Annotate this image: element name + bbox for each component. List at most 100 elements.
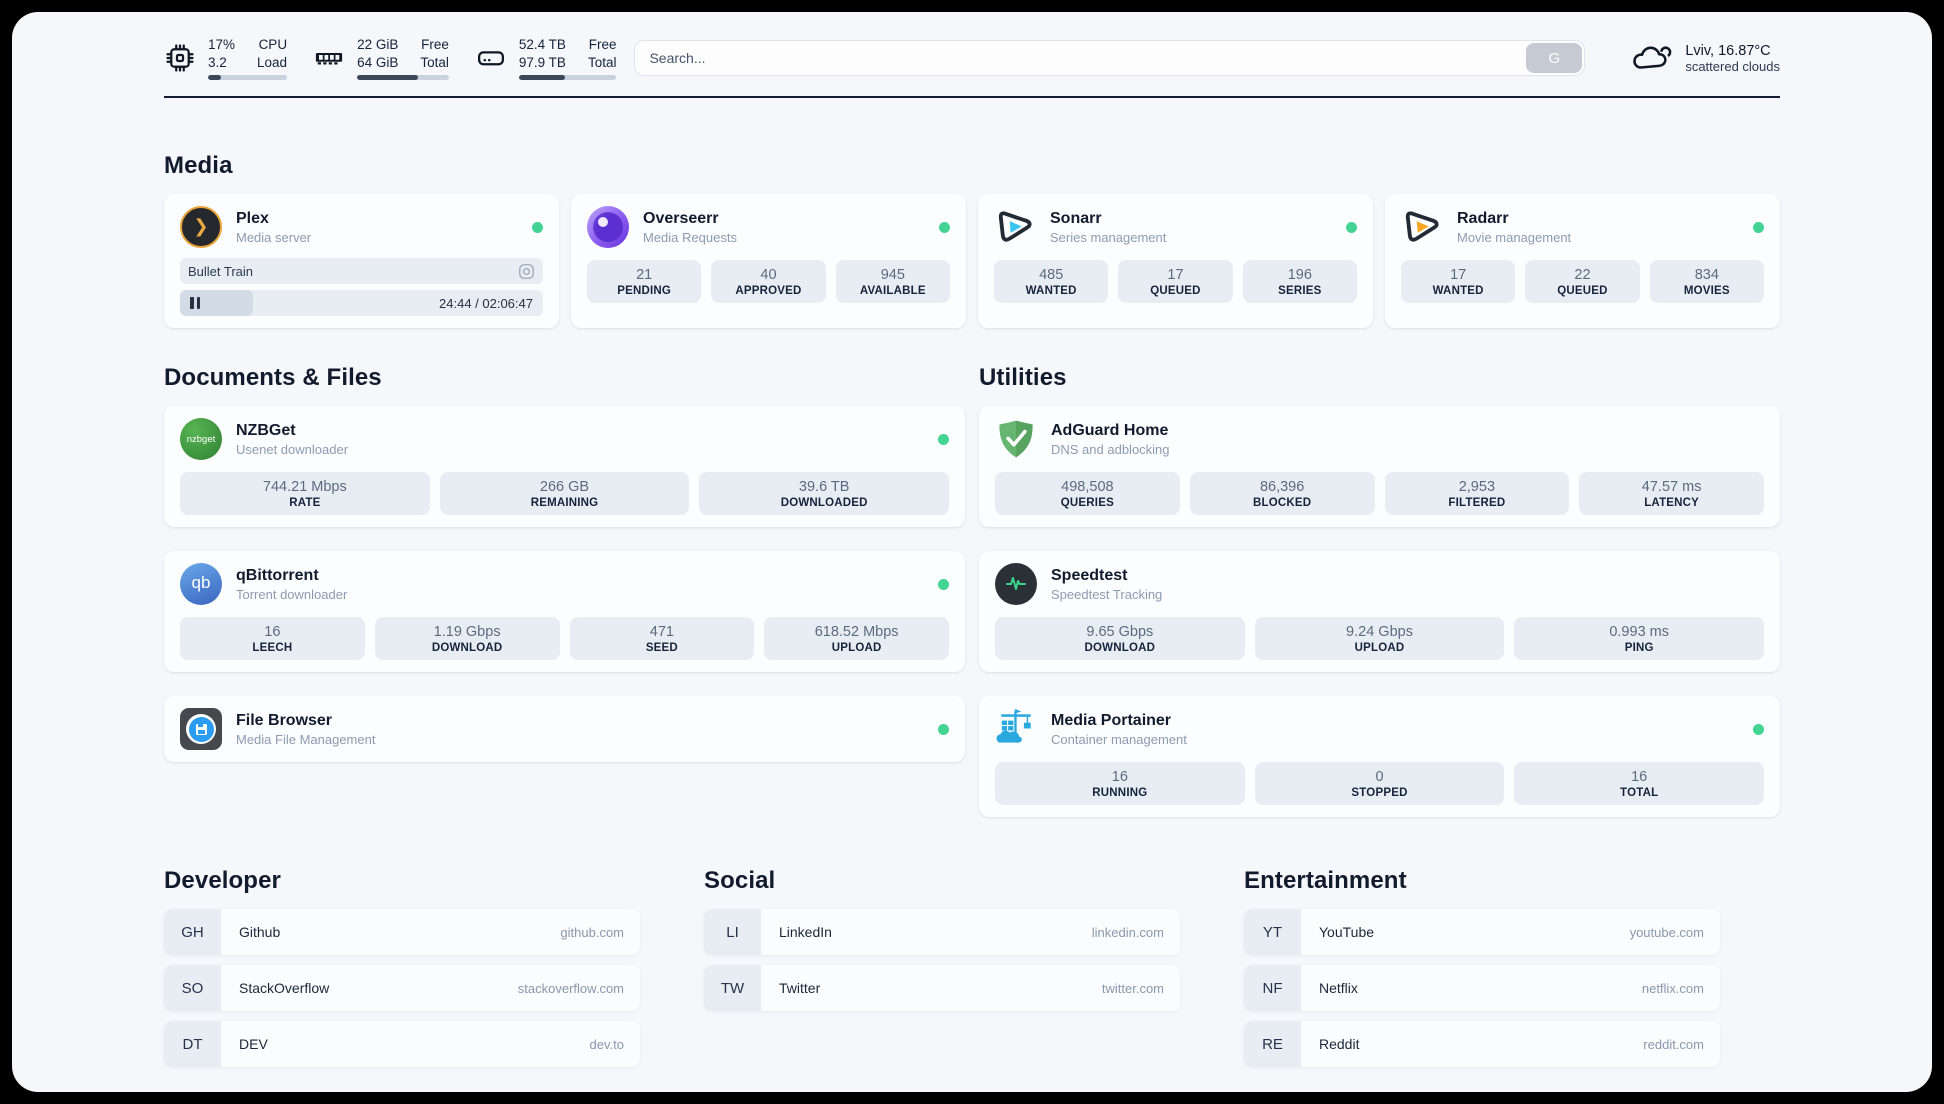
bookmark-domain: dev.to: [589, 1036, 624, 1052]
stat-movies: 834 MOVIES: [1649, 260, 1764, 304]
stat-queued: 22 QUEUED: [1525, 260, 1640, 304]
now-playing-view-icon[interactable]: [518, 263, 535, 280]
top-bar: 17% 3.2 CPU Load 22 GiB 64 GiB Free Tota…: [164, 36, 1780, 81]
service-card-adguard[interactable]: AdGuard Home DNS and adblocking 498,508 …: [979, 406, 1780, 528]
plex-icon: ❯: [180, 206, 222, 249]
radarr-icon: [1401, 206, 1443, 248]
status-dot: [938, 723, 949, 735]
qbittorrent-icon: qb: [180, 563, 222, 606]
service-description: Media File Management: [236, 731, 376, 747]
weather-location: Lviv, 16.87°C: [1685, 42, 1771, 59]
stat-pending: 21 PENDING: [587, 260, 702, 304]
disk-free-label: Free: [588, 37, 617, 52]
weather-condition: scattered clouds: [1685, 58, 1780, 74]
stat-wanted: 485 WANTED: [994, 260, 1109, 304]
overseerr-icon: [587, 206, 629, 249]
bookmark-name: Netflix: [1319, 980, 1358, 997]
search-input[interactable]: [634, 40, 1586, 77]
weather-cloud-icon: [1629, 39, 1673, 78]
bookmark-linkedin[interactable]: LI LinkedIn linkedin.com: [704, 909, 1180, 956]
search-go-button[interactable]: G: [1526, 43, 1583, 74]
bookmark-name: DEV: [239, 1036, 268, 1053]
service-description: Movie management: [1457, 229, 1572, 245]
service-description: Container management: [1051, 731, 1187, 747]
service-description: DNS and adblocking: [1051, 441, 1170, 457]
service-name: File Browser: [236, 711, 333, 729]
section-title-media: Media: [164, 152, 233, 180]
bookmark-domain: github.com: [560, 924, 624, 940]
stat-series: 196 SERIES: [1242, 260, 1357, 304]
cpu-icon: [164, 42, 196, 74]
service-description: Speedtest Tracking: [1051, 586, 1163, 602]
stat-queries: 498,508 QUERIES: [995, 472, 1180, 516]
bookmark-dev[interactable]: DT DEV dev.to: [164, 1021, 640, 1068]
bookmark-name: Github: [239, 924, 281, 941]
portainer-icon: [995, 708, 1037, 750]
cpu-progress-bar: [208, 75, 288, 81]
memory-icon: [313, 42, 345, 74]
bookmark-abbr: SO: [164, 965, 221, 1012]
service-card-plex[interactable]: ❯ Plex Media server Bullet Train 24:44 /…: [164, 194, 559, 329]
status-dot: [938, 578, 949, 590]
bookmark-domain: youtube.com: [1629, 924, 1704, 940]
cpu-load-value: 3.2: [208, 54, 227, 70]
bookmark-abbr: NF: [1244, 965, 1301, 1012]
bookmark-abbr: TW: [704, 965, 761, 1012]
bookmark-domain: stackoverflow.com: [517, 980, 624, 996]
memory-total-label: Total: [420, 54, 449, 70]
bookmark-domain: reddit.com: [1643, 1036, 1704, 1052]
stat-running: 16 RUNNING: [995, 762, 1245, 806]
stat-rate: 744.21 Mbps RATE: [180, 472, 430, 516]
cpu-widget: 17% 3.2 CPU Load: [164, 36, 288, 81]
stat-available: 945 AVAILABLE: [835, 260, 950, 304]
cpu-load-label: Load: [257, 54, 288, 70]
bookmark-netflix[interactable]: NF Netflix netflix.com: [1244, 965, 1720, 1012]
bookmark-domain: netflix.com: [1641, 980, 1704, 996]
service-card-nzbget[interactable]: nzbget NZBGet Usenet downloader 744.21 M…: [164, 406, 965, 528]
stat-approved: 40 APPROVED: [711, 260, 826, 304]
header-divider: [164, 96, 1780, 99]
service-card-sonarr[interactable]: Sonarr Series management 485 WANTED 17 Q…: [978, 194, 1373, 329]
service-card-radarr[interactable]: Radarr Movie management 17 WANTED 22 QUE…: [1385, 194, 1780, 329]
stat-latency: 47.57 ms LATENCY: [1579, 472, 1764, 516]
sonarr-icon: [994, 206, 1036, 248]
bookmark-domain: twitter.com: [1101, 980, 1164, 996]
memory-total-value: 64 GiB: [357, 54, 399, 70]
service-description: Media Requests: [643, 229, 737, 245]
stat-upload: 9.24 Gbps UPLOAD: [1254, 617, 1505, 661]
bookmark-abbr: DT: [164, 1021, 221, 1068]
pause-icon[interactable]: [190, 297, 200, 310]
service-card-speedtest[interactable]: Speedtest Speedtest Tracking 9.65 Gbps D…: [979, 551, 1780, 673]
resource-widgets: 17% 3.2 CPU Load 22 GiB 64 GiB Free Tota…: [164, 36, 617, 81]
bookmark-github[interactable]: GH Github github.com: [164, 909, 640, 956]
now-playing-title: Bullet Train: [188, 263, 254, 279]
service-card-overseerr[interactable]: Overseerr Media Requests 21 PENDING 40 A…: [571, 194, 966, 329]
section-title-utilities: Utilities: [979, 364, 1067, 392]
stat-stopped: 0 STOPPED: [1254, 762, 1505, 806]
stat-remaining: 266 GB REMAINING: [439, 472, 690, 516]
speedtest-icon: [995, 563, 1037, 606]
service-card-qbittorrent[interactable]: qb qBittorrent Torrent downloader 16 LEE…: [164, 551, 965, 673]
bookmark-group-title-entertainment: Entertainment: [1244, 867, 1407, 895]
bookmark-twitter[interactable]: TW Twitter twitter.com: [704, 965, 1180, 1012]
bookmark-stackoverflow[interactable]: SO StackOverflow stackoverflow.com: [164, 965, 640, 1012]
bookmark-name: Twitter: [779, 980, 821, 997]
service-name: Overseerr: [643, 209, 719, 227]
bookmark-abbr: LI: [704, 909, 761, 956]
service-card-filebrowser[interactable]: File Browser Media File Management: [164, 696, 965, 763]
bookmark-group-title-developer: Developer: [164, 867, 281, 895]
disk-widget: 52.4 TB 97.9 TB Free Total: [475, 36, 617, 81]
adguard-icon: [995, 418, 1037, 460]
weather-widget: Lviv, 16.87°C scattered clouds: [1629, 39, 1780, 78]
playback-time: 24:44 / 02:06:47: [439, 295, 533, 311]
playback-progress-row: 24:44 / 02:06:47: [180, 290, 543, 317]
bookmark-name: StackOverflow: [239, 980, 330, 997]
stat-download: 1.19 Gbps DOWNLOAD: [374, 617, 560, 661]
service-card-portainer[interactable]: Media Portainer Container management 16 …: [979, 696, 1780, 818]
bookmark-name: LinkedIn: [779, 924, 832, 941]
bookmark-reddit[interactable]: RE Reddit reddit.com: [1244, 1021, 1720, 1068]
status-dot: [532, 221, 543, 233]
service-description: Media server: [236, 229, 312, 245]
bookmark-youtube[interactable]: YT YouTube youtube.com: [1244, 909, 1720, 956]
service-description: Usenet downloader: [236, 441, 349, 457]
